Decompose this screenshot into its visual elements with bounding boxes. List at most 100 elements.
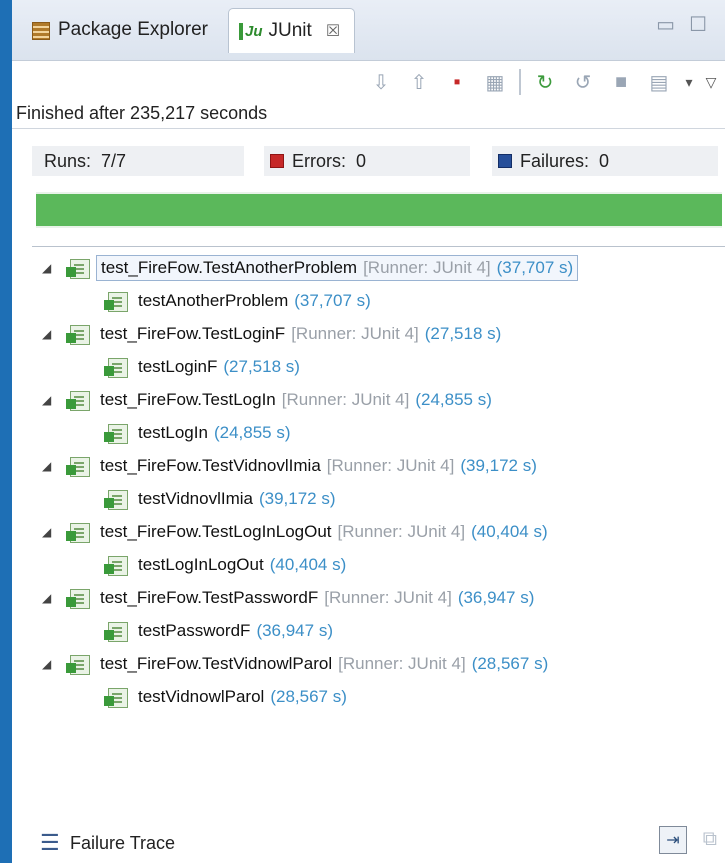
test-passed-icon xyxy=(66,389,92,411)
tree-row-suite[interactable]: ◢ test_FireFow.TestLoginF [Runner: JUnit 4… xyxy=(12,317,725,350)
suite-text: test_FireFow.TestLogIn [Runner: JUnit 4](… xyxy=(100,390,492,410)
tree-row-case[interactable]: testLogIn (24,855 s) xyxy=(12,416,725,449)
case-name: testLoginF xyxy=(138,356,218,376)
test-ok-icon xyxy=(104,629,114,640)
junit-icon: Ju xyxy=(239,22,263,40)
suite-runner: [Runner: JUnit 4] xyxy=(324,587,452,607)
progress-bar xyxy=(36,192,722,228)
suite-time: (24,855 s) xyxy=(415,389,492,409)
test-passed-icon xyxy=(104,620,130,642)
test-passed-icon xyxy=(66,257,92,279)
suite-time: (40,404 s) xyxy=(471,521,548,541)
test-tree[interactable]: ◢ test_FireFow.TestAnotherProblem [Runner:… xyxy=(12,251,725,713)
test-ok-icon xyxy=(104,695,114,706)
case-name: testLogInLogOut xyxy=(138,554,264,574)
suite-name: test_FireFow.TestPasswordF xyxy=(100,587,319,607)
suite-name: test_FireFow.TestLogInLogOut xyxy=(100,521,332,541)
tree-row-suite[interactable]: ◢ test_FireFow.TestVidnovlImia [Runner: JU… xyxy=(12,449,725,482)
case-name: testVidnowlParol xyxy=(138,686,265,706)
suite-name: test_FireFow.TestVidnowlParol xyxy=(100,653,333,673)
tree-row-suite[interactable]: ◢ test_FireFow.TestPasswordF [Runner: JUni… xyxy=(12,581,725,614)
tree-row-case[interactable]: testLoginF (27,518 s) xyxy=(12,350,725,383)
expand-collapse-icon[interactable]: ◢ xyxy=(42,327,56,341)
minimize-icon[interactable]: ▭ xyxy=(656,12,675,37)
test-ok-icon xyxy=(104,563,114,574)
view-menu-icon[interactable]: ▽ xyxy=(705,68,717,96)
status-text: Finished after 235,217 seconds xyxy=(16,103,268,123)
show-failures-only-icon[interactable]: ▪ xyxy=(443,68,471,96)
compare-results-icon[interactable]: ⧉ xyxy=(703,828,717,851)
case-name: testPasswordF xyxy=(138,620,251,640)
tab-junit[interactable]: Ju JUnit ☒ xyxy=(228,8,356,53)
tree-row-case[interactable]: testAnotherProblem (37,707 s) xyxy=(12,284,725,317)
test-ok-icon xyxy=(66,266,76,277)
tab-bar: Package Explorer Ju JUnit ☒ ▭ ☐ xyxy=(12,0,725,61)
suite-time: (36,947 s) xyxy=(457,587,535,607)
failure-icon xyxy=(498,154,512,168)
status-divider xyxy=(12,128,725,129)
expand-collapse-icon[interactable]: ◢ xyxy=(42,525,56,539)
expand-collapse-icon[interactable]: ◢ xyxy=(42,459,56,473)
tree-row-case[interactable]: testVidnovlImia (39,172 s) xyxy=(12,482,725,515)
test-ok-icon xyxy=(104,497,114,508)
tab-package-explorer-label: Package Explorer xyxy=(58,19,208,40)
expand-collapse-icon[interactable]: ◢ xyxy=(42,657,56,671)
suite-time: (37,707 s) xyxy=(496,257,574,277)
next-failure-icon[interactable]: ⇩ xyxy=(367,68,395,96)
tab-package-explorer[interactable]: Package Explorer xyxy=(30,10,208,50)
expand-collapse-icon[interactable]: ◢ xyxy=(42,591,56,605)
runs-counter: Runs: 7/7 xyxy=(32,146,244,176)
suite-text: test_FireFow.TestAnotherProblem [Runner: … xyxy=(96,254,579,281)
suite-text: test_FireFow.TestVidnovlImia [Runner: JUn… xyxy=(100,456,537,476)
tree-row-suite[interactable]: ◢ test_FireFow.TestLogInLogOut [Runner: JU… xyxy=(12,515,725,548)
counters-bar: Runs: 7/7 Errors: 0 Failures: 0 xyxy=(32,146,722,176)
tree-divider xyxy=(32,246,725,247)
test-ok-icon xyxy=(66,596,76,607)
close-icon[interactable]: ☒ xyxy=(326,21,340,41)
expand-collapse-icon[interactable]: ◢ xyxy=(42,393,56,407)
tab-junit-label: JUnit xyxy=(268,20,312,41)
rerun-icon[interactable]: ↻ xyxy=(531,68,559,96)
failures-label: Failures: xyxy=(520,150,590,171)
failure-trace-label: Failure Trace xyxy=(70,833,176,853)
test-passed-icon xyxy=(104,290,130,312)
previous-failure-icon[interactable]: ⇧ xyxy=(405,68,433,96)
scroll-lock-icon[interactable]: ▦ xyxy=(481,68,509,96)
case-time: (36,947 s) xyxy=(256,620,333,640)
case-time: (37,707 s) xyxy=(294,290,371,310)
tree-row-suite[interactable]: ◢ test_FireFow.TestAnotherProblem [Runner:… xyxy=(12,251,725,284)
suite-text: test_FireFow.TestLoginF [Runner: JUnit 4]… xyxy=(100,324,501,344)
test-passed-icon xyxy=(66,587,92,609)
maximize-icon[interactable]: ☐ xyxy=(689,12,707,37)
tree-row-case[interactable]: testVidnowlParol (28,567 s) xyxy=(12,680,725,713)
filter-stack-trace-icon[interactable]: ⇥ xyxy=(659,826,687,854)
tree-row-case[interactable]: testLogInLogOut (40,404 s) xyxy=(12,548,725,581)
case-time: (27,518 s) xyxy=(223,356,300,376)
failure-trace-icon: ☰ xyxy=(40,830,60,855)
suite-runner: [Runner: JUnit 4] xyxy=(281,389,410,409)
case-time: (39,172 s) xyxy=(258,488,336,508)
test-ok-icon xyxy=(66,662,76,673)
test-passed-icon xyxy=(104,488,130,510)
tree-row-suite[interactable]: ◢ test_FireFow.TestVidnowlParol [Runner: J… xyxy=(12,647,725,680)
failure-trace-pane: ☰ Failure Trace ⇥ ⧉ xyxy=(12,820,725,863)
test-ok-icon xyxy=(104,365,114,376)
tree-row-suite[interactable]: ◢ test_FireFow.TestLogIn [Runner: JUnit 4]… xyxy=(12,383,725,416)
test-run-history-icon[interactable]: ▤ xyxy=(645,68,673,96)
errors-label: Errors: xyxy=(292,150,346,171)
test-ok-icon xyxy=(66,398,76,409)
test-ok-icon xyxy=(104,431,114,442)
case-name: testLogIn xyxy=(138,422,208,442)
case-time: (28,567 s) xyxy=(270,686,347,706)
history-dropdown-icon[interactable]: ▾ xyxy=(683,68,695,96)
suite-time: (39,172 s) xyxy=(460,455,537,475)
rerun-failed-first-icon[interactable]: ↺ xyxy=(569,68,597,96)
expand-collapse-icon[interactable]: ◢ xyxy=(42,261,56,275)
junit-view: Package Explorer Ju JUnit ☒ ▭ ☐ ⇩ ⇧ ▪ ▦ … xyxy=(12,0,725,863)
stop-icon[interactable]: ■ xyxy=(607,68,635,96)
suite-text: test_FireFow.TestVidnowlParol [Runner: JU… xyxy=(100,654,548,674)
error-icon xyxy=(270,154,284,168)
test-ok-icon xyxy=(66,464,76,475)
tree-row-case[interactable]: testPasswordF (36,947 s) xyxy=(12,614,725,647)
suite-time: (27,518 s) xyxy=(424,323,502,343)
